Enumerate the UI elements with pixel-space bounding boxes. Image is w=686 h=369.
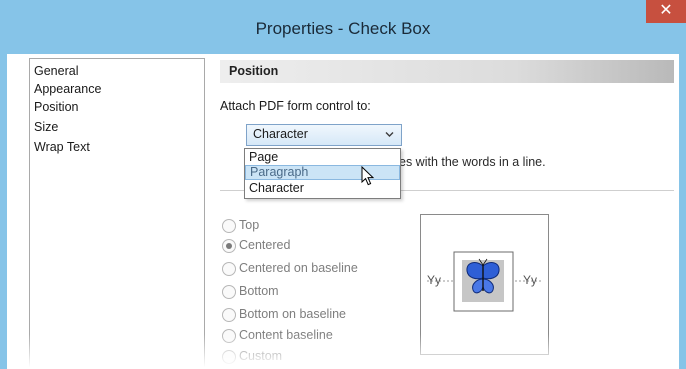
option-character[interactable]: Character [245, 181, 400, 196]
attach-combobox[interactable]: Character [246, 124, 402, 146]
category-list[interactable]: General Appearance Position Size Wrap Te… [29, 58, 205, 369]
window-frame-right [679, 54, 686, 369]
radio-label: Centered [239, 238, 291, 252]
section-title: Position [229, 64, 279, 78]
option-page[interactable]: Page [245, 150, 400, 165]
attach-label: Attach PDF form control to: [220, 99, 371, 113]
radio-label: Top [239, 218, 260, 232]
radio-label: Bottom on baseline [239, 307, 347, 321]
nav-item-position[interactable]: Position [34, 98, 78, 116]
nav-item-wrap-text[interactable]: Wrap Text [34, 138, 90, 156]
preview-left-text: Yy [427, 273, 441, 287]
radio-button[interactable] [222, 308, 236, 322]
radio-button[interactable] [222, 350, 236, 364]
radio-button[interactable] [222, 262, 236, 276]
radio-dot [226, 243, 232, 249]
nav-item-general[interactable]: General [34, 62, 78, 80]
radio-button[interactable] [222, 285, 236, 299]
mouse-cursor-icon [361, 166, 375, 186]
preview-right-text: Yy [523, 273, 537, 287]
attach-dropdown-list[interactable]: Page Paragraph Character [244, 148, 401, 199]
close-button[interactable]: ✕ [646, 0, 686, 23]
position-preview: Yy Yy [420, 214, 549, 355]
preview-graphic: Yy Yy [427, 251, 542, 312]
option-paragraph[interactable]: Paragraph [245, 165, 400, 180]
radio-button-checked[interactable] [222, 239, 236, 253]
nav-item-size[interactable]: Size [34, 118, 58, 136]
nav-item-appearance[interactable]: Appearance [34, 80, 101, 98]
window-title: Properties - Check Box [255, 19, 431, 38]
hint-text: es with the words in a line. [399, 155, 546, 169]
close-icon: ✕ [659, 2, 673, 19]
title-bar: Properties - Check Box ✕ [0, 0, 686, 54]
radio-button[interactable] [222, 329, 236, 343]
radio-label: Content baseline [239, 328, 333, 342]
radio-label: Centered on baseline [239, 261, 358, 275]
window-frame-left [0, 54, 7, 369]
radio-button[interactable] [222, 219, 236, 233]
section-header: Position [220, 60, 674, 83]
dialog-body: General Appearance Position Size Wrap Te… [7, 54, 679, 369]
combobox-value: Character [253, 127, 308, 141]
radio-label: Custom [239, 349, 283, 363]
radio-label: Bottom [239, 284, 279, 298]
chevron-down-icon [385, 132, 394, 137]
